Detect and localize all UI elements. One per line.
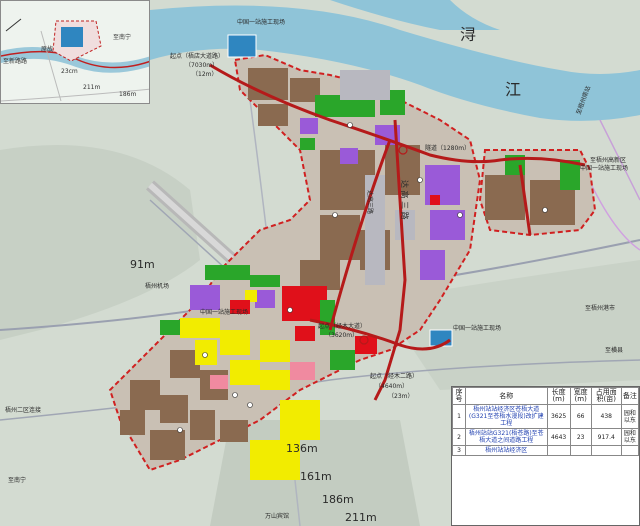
table-cell-area (590, 445, 622, 456)
table-cell-name: 梧州站站经济区苍梧大道(G321至苍梧水漫段)改扩建工程 (464, 404, 548, 429)
inset-scale-2: 211m (83, 84, 100, 91)
start-length-label: （3620m） (325, 332, 358, 339)
table-header-length: 长度(m) (546, 387, 571, 405)
table-cell-length (546, 445, 571, 456)
wanshan-label: 万山宾馆 (265, 512, 289, 520)
end-length-label: （4640m） (375, 383, 408, 390)
table-cell-width: 66 (569, 404, 592, 429)
end-point-label: 起点（经木二路） (370, 372, 418, 380)
table-cell-width (569, 445, 592, 456)
table-cell-note: 园和以东 (620, 404, 639, 429)
road-length-label: 隧道（1280m） (425, 144, 470, 152)
zone-vertical-label-2: 达高三路 (366, 190, 374, 214)
elevation-91: 91m (130, 258, 155, 271)
inset-road-1: 至南宁 (113, 33, 131, 41)
park-mid-label: 中国一站施工现场 (200, 308, 248, 316)
table-header-note: 备注 (620, 387, 639, 405)
south-link-label: 至南宁 (8, 476, 26, 484)
table-cell-name: 梧州站站G321(梧苍路)至苍梧大道之间道路工程 (464, 428, 548, 446)
east-road-label: 至梧州港市 (585, 304, 615, 312)
elevation-161: 161m (300, 470, 332, 483)
map-stage: 浔 江 浔 91m 136m 161m 186m 211m 梧州机场 起点（梧店… (0, 0, 640, 526)
inset-name: 原故 (41, 45, 53, 53)
bridge-width: （12m） (192, 71, 217, 78)
park-east-label: 中国一站施工现场 (580, 164, 628, 172)
table-cell-no: 1 (452, 404, 466, 429)
table-header-name: 名称 (464, 387, 548, 405)
project-table: 序号 名称 长度(m) 宽度(m) 占用面积(亩) 备注 1 梧州站站经济区苍梧… (451, 386, 640, 526)
yushui-label: 至梧州高新区 (590, 156, 626, 164)
inset-road-2: 至新路路 (3, 57, 27, 65)
water-body-south (429, 329, 453, 347)
elevation-186: 186m (322, 493, 354, 506)
river-label-2: 江 (505, 80, 521, 99)
table-cell-area: 917.4 (590, 428, 622, 446)
table-cell-area: 438 (590, 404, 622, 429)
table-cell-width: 23 (569, 428, 592, 446)
table-row: 1 梧州站站经济区苍梧大道(G321至苍梧水漫段)改扩建工程 3625 66 4… (452, 404, 639, 429)
table-cell-note (620, 445, 639, 456)
start-point-label: 起点（经木大道） (318, 322, 366, 330)
airport-label: 梧州机场 (145, 282, 169, 290)
park-north-label: 中国一站施工现场 (237, 18, 285, 26)
water-body-north (227, 34, 257, 58)
table-cell-length: 3625 (546, 404, 571, 429)
table-row: 2 梧州站站G321(梧苍路)至苍梧大道之间道路工程 4643 23 917.4… (452, 428, 639, 446)
table-cell-name: 梧州站站经济区 (464, 445, 548, 456)
west-road-label: 梧州二区连接 (5, 406, 41, 414)
inset-scale-3: 186m (119, 91, 136, 98)
table-cell-note: 园和以东 (620, 428, 639, 446)
elevation-211: 211m (345, 511, 377, 524)
table-header-width: 宽度(m) (569, 387, 592, 405)
table-cell-no: 2 (452, 428, 466, 446)
hengan-label: 至横县 (605, 346, 623, 354)
end-width-label: （23m） (388, 393, 413, 400)
table-header-area: 占用面积(亩) (590, 387, 622, 405)
river-label-1: 浔 (460, 25, 476, 44)
table-header-no: 序号 (452, 387, 466, 405)
table-cell-length: 4643 (546, 428, 571, 446)
inset-map: 原故 23cm 211m 186m 至南宁 至新路路 (0, 0, 150, 104)
zone-vertical-label: 达 高 三 路 (400, 180, 410, 220)
park-south-label: 中国一站施工现场 (453, 324, 501, 332)
inset-scale-1: 23cm (61, 68, 78, 75)
bridge-label: 起点（梧店大道路） (170, 52, 224, 60)
bridge-length: （7030m） (185, 62, 218, 69)
elevation-136: 136m (286, 442, 318, 455)
table-cell-no: 3 (452, 445, 466, 456)
table-row: 3 梧州站站经济区 (452, 445, 639, 456)
